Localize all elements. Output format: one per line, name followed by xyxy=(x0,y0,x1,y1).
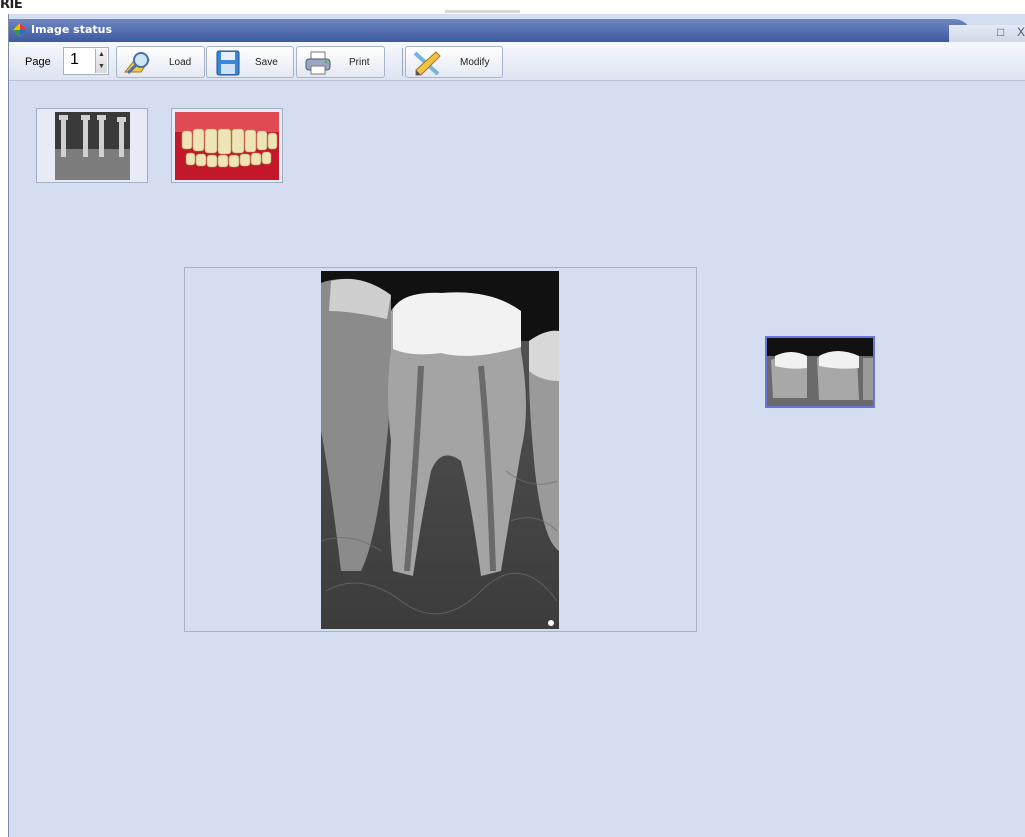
load-button[interactable]: Load xyxy=(116,46,205,78)
image-status-window: Image status □ X Page 1 ▲ ▼ Load Save Pr… xyxy=(8,14,1025,837)
molar-xray-image xyxy=(321,271,559,629)
teeth-photo-image xyxy=(175,112,279,180)
modify-button-label: Modify xyxy=(460,57,490,68)
page-stepper[interactable]: 1 ▲ ▼ xyxy=(63,47,109,75)
title-bar-rest xyxy=(949,25,1025,43)
implant-xray-image xyxy=(55,112,130,180)
teeth-photo-thumbnail[interactable] xyxy=(171,108,283,183)
save-disk-icon xyxy=(216,50,240,76)
title-tab xyxy=(9,19,974,42)
page-value[interactable]: 1 xyxy=(70,51,79,69)
main-image-viewer[interactable] xyxy=(184,267,697,632)
window-title: Image status xyxy=(31,23,113,36)
print-button[interactable]: Print xyxy=(296,46,385,78)
load-button-label: Load xyxy=(169,57,192,68)
page-label: Page xyxy=(25,56,51,68)
bitewing-xray-image xyxy=(767,338,873,406)
bitewing-xray-thumbnail[interactable] xyxy=(765,336,875,408)
load-magnifier-icon xyxy=(123,52,151,75)
page-stepper-arrows[interactable]: ▲ ▼ xyxy=(95,49,107,73)
restore-button[interactable]: □ xyxy=(997,25,1004,39)
print-button-label: Print xyxy=(349,57,370,68)
modify-button[interactable]: Modify xyxy=(405,46,503,78)
title-bar[interactable]: Image status □ X xyxy=(9,19,1025,43)
background-divider xyxy=(445,10,520,13)
background-window-fragment: RIE xyxy=(0,0,1025,14)
print-printer-icon xyxy=(305,51,331,75)
stepper-up-icon[interactable]: ▲ xyxy=(96,49,107,61)
implant-xray-thumbnail[interactable] xyxy=(36,108,148,183)
toolbar: Page 1 ▲ ▼ Load Save Print Modify xyxy=(9,42,1025,81)
app-diamond-icon xyxy=(13,23,27,37)
background-logo-text: RIE xyxy=(0,0,23,12)
close-button[interactable]: X xyxy=(1017,25,1025,39)
modify-pencil-ruler-icon xyxy=(413,51,441,76)
save-button[interactable]: Save xyxy=(206,46,294,78)
stepper-down-icon[interactable]: ▼ xyxy=(96,61,107,73)
save-button-label: Save xyxy=(255,57,278,68)
